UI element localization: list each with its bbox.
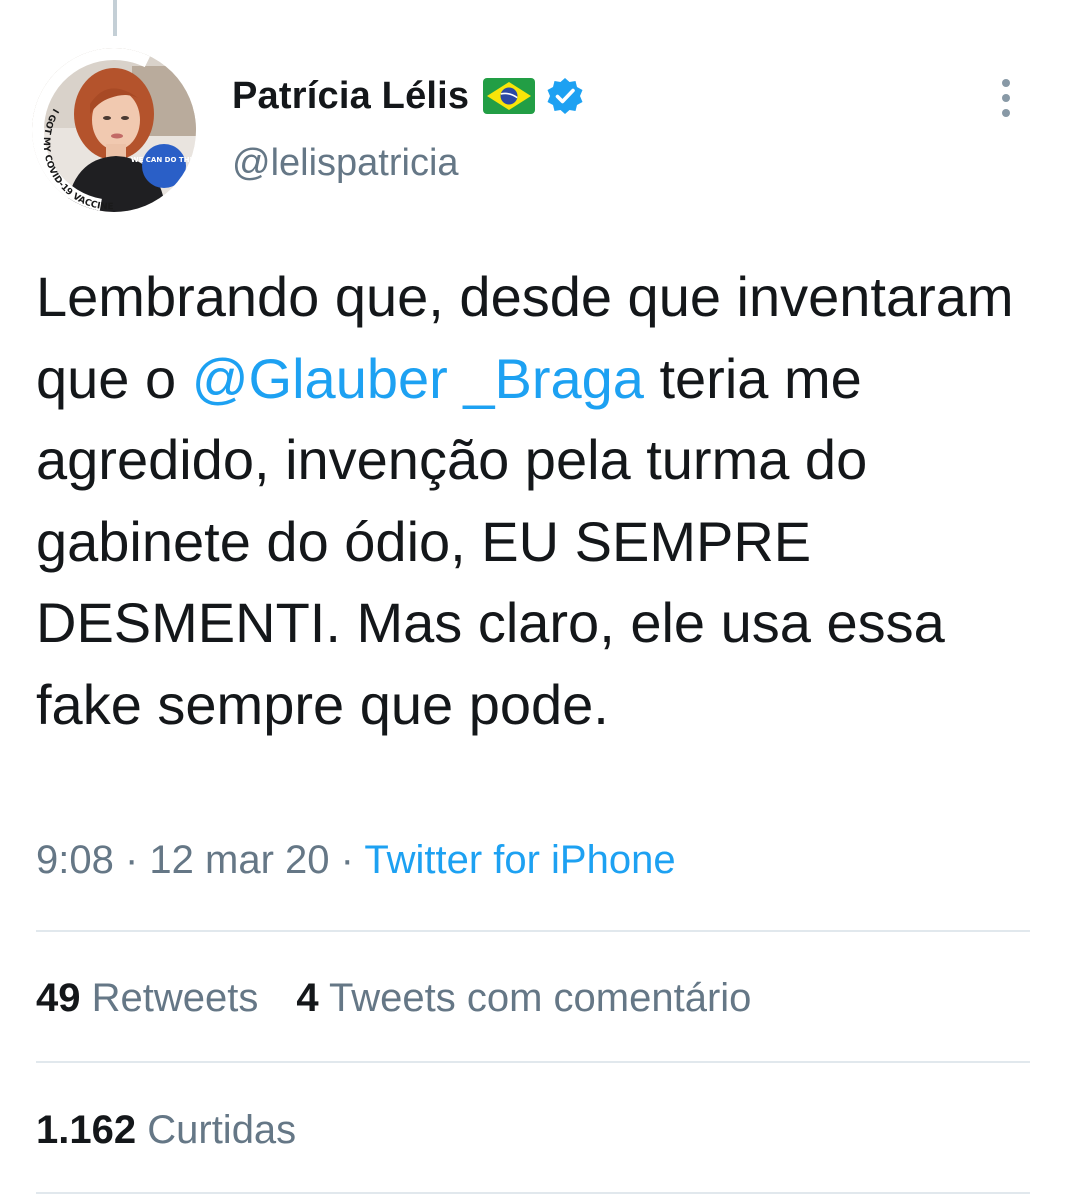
likes-label: Curtidas (147, 1108, 297, 1152)
tweet-time[interactable]: 9:08 (36, 838, 114, 882)
brazil-flag-icon (483, 78, 536, 114)
quotes-label: Tweets com comentário (329, 976, 752, 1020)
meta-separator: · (113, 838, 150, 882)
divider (36, 1192, 1030, 1194)
tweet-date[interactable]: 12 mar 20 (149, 838, 329, 882)
more-vertical-icon-dot (1002, 109, 1010, 117)
thread-connector-line (113, 0, 117, 36)
author-display-name[interactable]: Patrícia Lélis (232, 75, 469, 118)
retweets-count: 49 (36, 976, 81, 1020)
author-name-row[interactable]: Patrícia Lélis (232, 70, 585, 122)
verified-badge-icon (545, 76, 585, 116)
tweet-text: Lembrando que, desde que inventaram que … (36, 256, 1036, 745)
more-vertical-icon (1002, 79, 1010, 87)
likes-stats-row: 1.162 Curtidas (36, 1108, 296, 1153)
divider (36, 930, 1030, 932)
likes-stat[interactable]: 1.162 Curtidas (36, 1108, 296, 1153)
more-vertical-icon-dot (1002, 94, 1010, 102)
mention-link[interactable]: @Glauber _Braga (192, 347, 644, 410)
avatar-badge-slogan: WE CAN DO THIS (131, 156, 196, 164)
more-options-button[interactable] (986, 72, 1026, 124)
retweets-label: Retweets (91, 976, 259, 1020)
retweets-stat[interactable]: 49 Retweets (36, 976, 258, 1021)
meta-separator: · (329, 838, 365, 882)
divider (36, 1061, 1030, 1063)
quotes-count: 4 (296, 976, 319, 1020)
likes-count: 1.162 (36, 1108, 137, 1152)
tweet-meta: 9:08 · 12 mar 20 · Twitter for iPhone (36, 838, 676, 883)
avatar[interactable]: I GOT MY COVID-19 VACCINE WE CAN DO THIS (32, 48, 196, 212)
quote-tweets-stat[interactable]: 4 Tweets com comentário (296, 976, 751, 1021)
author-handle[interactable]: @lelispatricia (232, 142, 459, 185)
tweet-source-link[interactable]: Twitter for iPhone (364, 838, 675, 882)
retweet-stats-row: 49 Retweets 4 Tweets com comentário (36, 976, 751, 1021)
avatar-image: I GOT MY COVID-19 VACCINE WE CAN DO THIS (32, 48, 196, 212)
